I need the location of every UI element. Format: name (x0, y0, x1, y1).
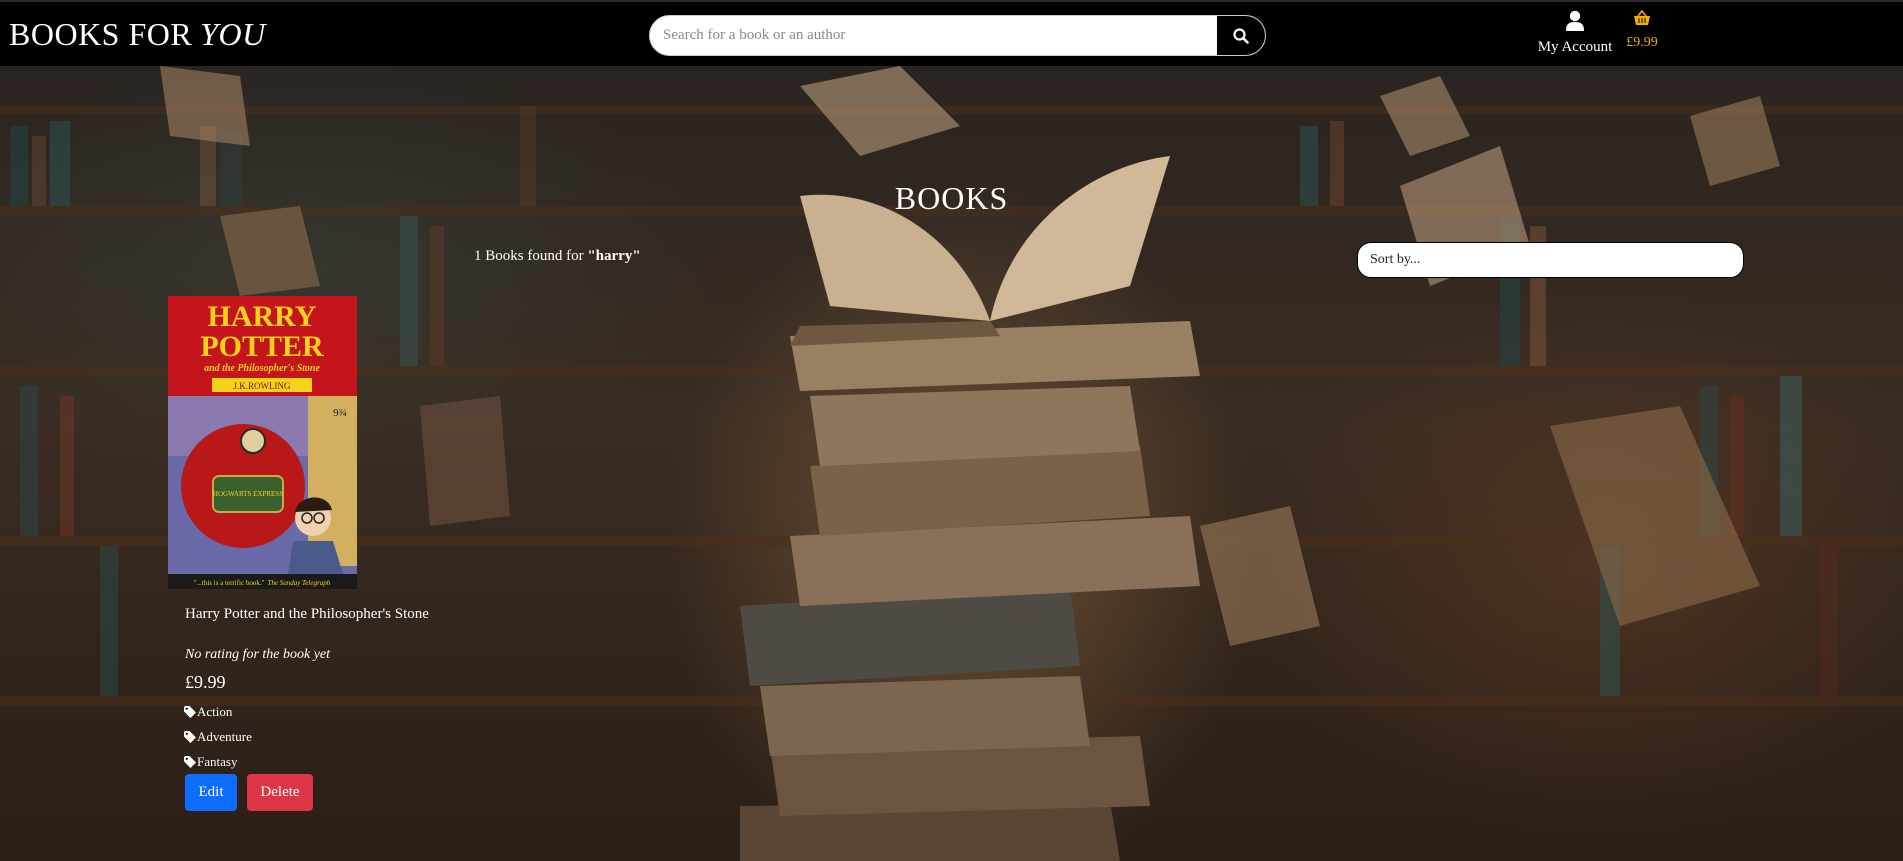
basket-icon (1634, 9, 1650, 25)
search-icon (1233, 27, 1249, 44)
search-button[interactable] (1217, 16, 1265, 55)
tag-adventure[interactable]: Adventure (184, 729, 252, 745)
book-cover[interactable]: HARRY POTTER and the Philosopher's Stone… (168, 296, 357, 589)
logo-accent-text: YOU (200, 16, 266, 52)
tag-action[interactable]: Action (184, 704, 232, 720)
cover-quote-text: "...this is a terrific book." (194, 579, 265, 587)
tag-fantasy[interactable]: Fantasy (184, 754, 237, 770)
results-count: 1 Books found for "harry" (474, 248, 641, 265)
cover-quote-source: The Sunday Telegraph (267, 579, 330, 587)
delete-button[interactable]: Delete (247, 774, 313, 811)
tag-label: Adventure (197, 729, 252, 744)
site-logo[interactable]: BOOKS FOR YOU (9, 16, 266, 53)
sort-select[interactable]: Sort by... (1357, 242, 1744, 278)
tag-label: Action (197, 704, 233, 719)
cover-platform: 9¾ (333, 407, 347, 419)
tag-icon (184, 756, 196, 768)
cover-title-line2: POTTER (200, 330, 324, 363)
book-cover-image: HARRY POTTER and the Philosopher's Stone… (168, 296, 357, 589)
book-price: £9.99 (185, 672, 226, 692)
tag-label: Fantasy (197, 754, 238, 769)
cover-train-sign: HOGWARTS EXPRESS (213, 490, 283, 498)
top-navbar: BOOKS FORYOU My Account £9.99 (0, 0, 1903, 66)
cover-subtitle: and the Philosopher's Stone (204, 363, 320, 374)
cover-title-line1: HARRY (208, 300, 317, 333)
results-count-text: 1 Books found for (474, 248, 588, 264)
page-title: BOOKS (894, 180, 1009, 216)
book-rating: No rating for the book yet (185, 647, 331, 662)
basket-link[interactable]: £9.99 (1622, 9, 1662, 51)
search-input[interactable] (650, 16, 1217, 55)
basket-total: £9.99 (1626, 35, 1658, 50)
my-account-label: My Account (1537, 39, 1613, 55)
cover-author: J.K.ROWLING (234, 381, 291, 391)
my-account-link[interactable]: My Account (1534, 10, 1616, 56)
sort-select-label: Sort by... (1370, 252, 1421, 267)
logo-text: BOOKS FOR (9, 16, 193, 52)
results-query: "harry" (587, 248, 641, 264)
edit-button[interactable]: Edit (185, 774, 237, 811)
search-bar (649, 15, 1266, 56)
book-title[interactable]: Harry Potter and the Philosopher's Stone (185, 606, 429, 623)
cover-quote: "...this is a terrific book." The Sunday … (194, 579, 331, 587)
tag-icon (184, 731, 196, 743)
tag-icon (184, 706, 196, 718)
user-icon (1566, 10, 1584, 31)
